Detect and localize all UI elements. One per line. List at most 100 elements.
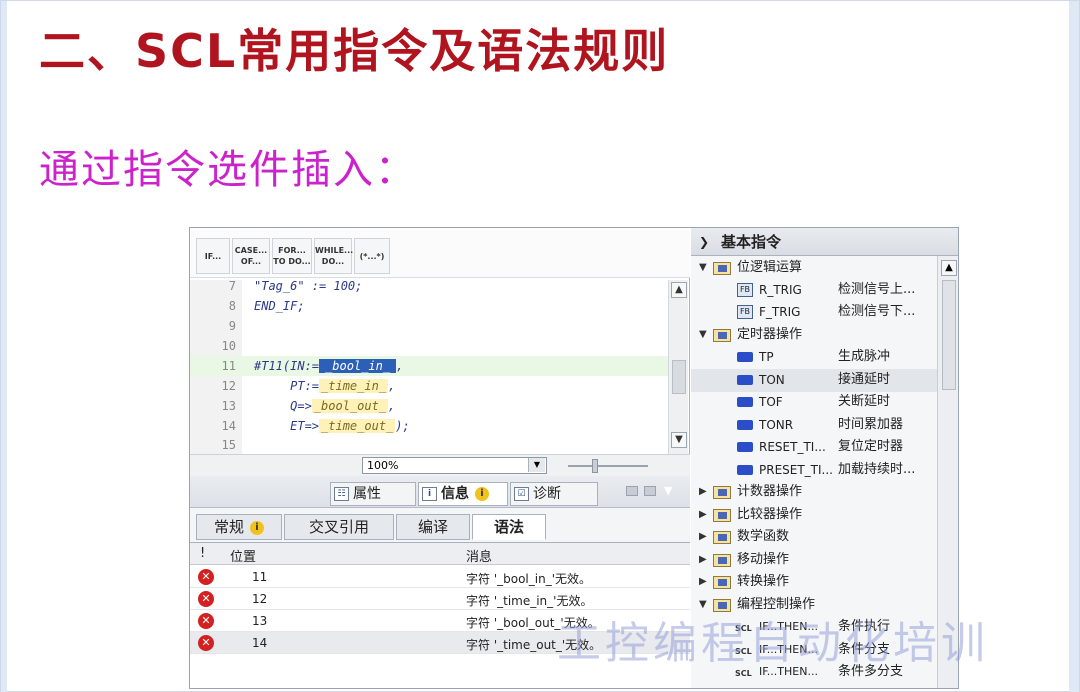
code-line[interactable]: 13 Q=> _bool_out_, [190, 396, 670, 416]
header-divider: ! [200, 546, 206, 561]
inspector-tabs: ☷ 属性 i 信息 i ☑ 诊断 ▼ [190, 476, 690, 508]
tree-folder-counter-operations[interactable]: ▶ 计数器操作 [691, 481, 937, 504]
chevron-down-icon[interactable]: ▼ [528, 458, 545, 472]
zoom-select[interactable]: 100% [362, 457, 547, 474]
tree-item-tonr[interactable]: TONR 时间累加器 [691, 414, 937, 437]
line-number: 15 [221, 438, 236, 452]
slide-right-border [1069, 1, 1079, 692]
tree-folder-bit-logic[interactable]: ▼ 位逻辑运算 [691, 257, 937, 280]
scroll-thumb[interactable] [672, 360, 686, 394]
chevron-right-icon[interactable]: ▶ [699, 481, 707, 503]
table-row[interactable]: ✕ 11 字符 '_bool_in_'无效。 [190, 566, 690, 588]
error-icon: ✕ [198, 635, 214, 651]
chevron-down-icon[interactable]: ▼ [664, 484, 672, 497]
tree-item-tp[interactable]: TP 生成脉冲 [691, 346, 937, 369]
chevron-right-icon[interactable]: ▶ [699, 526, 707, 548]
editor-toolbar: IF... CASE... OF... FOR... TO DO... WHILE.… [190, 228, 690, 278]
code-text: "Tag_6" := 100; [254, 279, 363, 293]
chevron-right-icon[interactable]: ▶ [699, 549, 707, 571]
scroll-up-icon[interactable]: ▲ [941, 260, 957, 276]
comment-button[interactable]: (*...*) [354, 238, 390, 274]
tree-folder-move-operations[interactable]: ▶ 移动操作 [691, 549, 937, 572]
folder-icon [713, 531, 731, 544]
timer-icon [737, 465, 753, 475]
folder-icon [713, 329, 731, 342]
line-number: 12 [221, 379, 236, 393]
tab-diagnostics[interactable]: ☑ 诊断 [510, 482, 598, 506]
row-position: 12 [252, 592, 268, 606]
parameter-placeholder[interactable]: _bool_out_ [311, 399, 389, 413]
code-line[interactable]: 15 [190, 435, 670, 455]
zoom-bar: 100% ▼ [190, 454, 690, 476]
code-line-active[interactable]: 11 #T11(IN:= _bool_in_, [190, 356, 670, 376]
tree-folder-comparator-operations[interactable]: ▶ 比较器操作 [691, 504, 937, 527]
tree-folder-math-functions[interactable]: ▶ 数学函数 [691, 526, 937, 549]
table-header: ! 位置 消息 [190, 543, 690, 565]
chevron-right-icon[interactable]: ▶ [699, 504, 707, 526]
folder-icon [713, 486, 731, 499]
chevron-right-icon[interactable]: ▶ [699, 571, 707, 593]
case-of-button[interactable]: CASE... OF... [232, 238, 270, 274]
warning-icon: i [475, 487, 489, 501]
subtab-cross-reference[interactable]: 交叉引用 [284, 514, 394, 540]
editor-vertical-scrollbar[interactable]: ▲ ▼ [668, 280, 688, 456]
warning-icon: i [250, 520, 264, 535]
timer-icon [737, 420, 753, 430]
line-number: 9 [228, 319, 236, 333]
line-number: 7 [228, 279, 236, 293]
zoom-slider-track[interactable] [568, 465, 648, 467]
scroll-thumb[interactable] [942, 280, 956, 390]
info-icon: i [422, 487, 437, 501]
scroll-down-icon[interactable]: ▼ [671, 432, 687, 448]
selected-parameter[interactable]: _bool_in_ [319, 359, 397, 373]
zoom-slider-handle[interactable] [592, 459, 598, 473]
tree-item-tof[interactable]: TOF 关断延时 [691, 391, 937, 414]
while-do-button[interactable]: WHILE... DO... [314, 238, 353, 274]
code-line[interactable]: 10 [190, 336, 670, 356]
basic-instructions-header[interactable]: ❯ 基本指令 [691, 228, 958, 256]
tree-item-r-trig[interactable]: FB R_TRIG 检测信号上... [691, 279, 937, 302]
for-to-do-button[interactable]: FOR... TO DO... [272, 238, 312, 274]
code-line[interactable]: 9 [190, 316, 670, 336]
code-line[interactable]: 8 END_IF; [190, 296, 670, 316]
parameter-placeholder[interactable]: _time_in_ [319, 379, 389, 393]
line-number: 13 [221, 399, 236, 413]
code-line[interactable]: 14 ET=> _time_out_); [190, 416, 670, 436]
tree-folder-timer-operations[interactable]: ▼ 定时器操作 [691, 324, 937, 347]
tab-properties[interactable]: ☷ 属性 [330, 482, 416, 506]
minimize-icon[interactable] [644, 486, 656, 496]
timer-icon [737, 442, 753, 452]
chevron-down-icon[interactable]: ▼ [699, 257, 707, 279]
properties-icon: ☷ [334, 487, 349, 501]
line-number: 8 [228, 299, 236, 313]
tree-item-reset-timer[interactable]: RESET_TI... 复位定时器 [691, 436, 937, 459]
row-position: 13 [252, 614, 268, 628]
code-line[interactable]: 7 "Tag_6" := 100; [190, 276, 670, 296]
error-icon: ✕ [198, 569, 214, 585]
header-position[interactable]: 位置 [230, 546, 256, 565]
if-button[interactable]: IF... [196, 238, 230, 274]
subtab-syntax[interactable]: 语法 [472, 514, 546, 540]
watermark: 工控编程自动化培训 [557, 618, 989, 669]
folder-icon [713, 576, 731, 589]
chevron-down-icon[interactable]: ▼ [699, 324, 707, 346]
code-text: ET=> _time_out_); [254, 419, 410, 433]
subtab-general[interactable]: 常规 i [196, 514, 282, 540]
tree-item-ton[interactable]: TON 接通延时 [691, 369, 937, 392]
chevron-down-icon[interactable]: ❯ [699, 228, 709, 256]
scl-editor: IF... CASE... OF... FOR... TO DO... WHILE.… [190, 228, 690, 476]
code-line[interactable]: 12 PT:= _time_in_, [190, 376, 670, 396]
block-icon: FB [737, 283, 753, 297]
header-message[interactable]: 消息 [466, 546, 492, 565]
code-text: Q=> _bool_out_, [254, 399, 396, 413]
parameter-placeholder[interactable]: _time_out_ [319, 419, 396, 433]
tree-item-f-trig[interactable]: FB F_TRIG 检测信号下... [691, 301, 937, 324]
restore-icon[interactable] [626, 486, 638, 496]
tab-info[interactable]: i 信息 i [418, 482, 508, 506]
subtab-compile[interactable]: 编译 [396, 514, 470, 540]
scroll-up-icon[interactable]: ▲ [671, 282, 687, 298]
tree-folder-conversion-operations[interactable]: ▶ 转换操作 [691, 571, 937, 594]
tree-item-preset-timer[interactable]: PRESET_TI... 加载持续时... [691, 459, 937, 482]
slide-left-border [1, 1, 7, 692]
timer-icon [737, 375, 753, 385]
